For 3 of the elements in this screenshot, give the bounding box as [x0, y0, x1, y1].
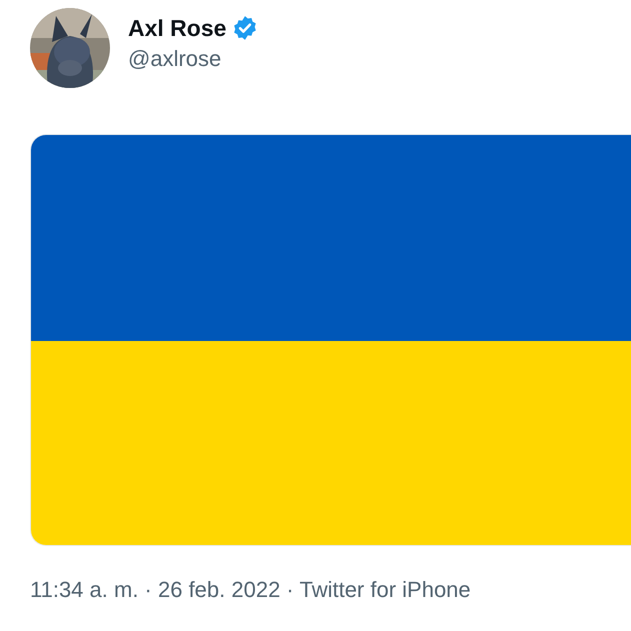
author-name[interactable]: Axl Rose — [128, 14, 226, 42]
author-handle[interactable]: @axlrose — [128, 46, 258, 72]
tweet-metadata: 11:34 a. m. · 26 feb. 2022 · Twitter for iPhone — [30, 577, 471, 603]
